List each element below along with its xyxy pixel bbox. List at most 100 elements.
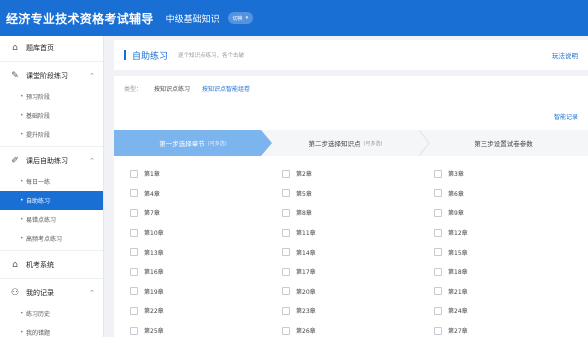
- chapter-row: 第4章 第5章 第6章: [130, 184, 586, 204]
- chapter-option[interactable]: 第22章: [130, 306, 282, 315]
- sidebar-item-wrong-answers[interactable]: • 我的错题: [0, 323, 103, 337]
- chapter-option[interactable]: 第9章: [434, 208, 586, 217]
- chapter-checkbox[interactable]: [282, 208, 290, 217]
- chapter-option[interactable]: 第2章: [282, 169, 434, 178]
- sidebar-group-self-practice[interactable]: ✐ 课后自助练习 ⌃: [0, 149, 103, 172]
- step-2[interactable]: 第二步选择知识点 (可多选): [264, 130, 427, 156]
- chapter-checkbox[interactable]: [130, 228, 138, 237]
- home-icon: ⌂: [12, 42, 18, 53]
- type-option-knowledge[interactable]: 按知识点练习: [154, 84, 190, 93]
- chapter-option[interactable]: 第8章: [282, 208, 434, 217]
- user-icon: ⚇: [10, 287, 20, 298]
- type-option-smart-paper[interactable]: 按知识点智能组卷: [202, 84, 250, 93]
- chapter-checkbox[interactable]: [434, 189, 442, 198]
- page-header: 自助练习 逐个知识点练习，各个击破 玩法说明: [114, 40, 588, 70]
- sidebar-item-label: 题库首页: [26, 43, 54, 52]
- chapter-label: 第18章: [448, 269, 468, 277]
- chapter-option[interactable]: 第3章: [434, 169, 586, 178]
- chapter-option[interactable]: 第16章: [130, 267, 282, 276]
- chapter-checkbox[interactable]: [130, 306, 138, 315]
- chapter-checkbox[interactable]: [282, 287, 290, 296]
- title-accent-bar: [124, 50, 126, 60]
- chapter-option[interactable]: 第13章: [130, 248, 282, 257]
- chapter-label: 第12章: [448, 230, 468, 238]
- help-link[interactable]: 玩法说明: [552, 50, 578, 60]
- chapter-option[interactable]: 第19章: [130, 287, 282, 296]
- chapter-label: 第27章: [448, 328, 468, 336]
- chapter-option[interactable]: 第21章: [434, 287, 586, 296]
- chapter-checkbox[interactable]: [434, 208, 442, 217]
- chapter-checkbox[interactable]: [434, 326, 442, 335]
- sidebar-item-preview[interactable]: • 预习阶段: [0, 87, 103, 106]
- chapter-row: 第25章 第26章 第27章: [130, 321, 586, 337]
- chapter-option[interactable]: 第12章: [434, 228, 586, 237]
- chapter-checkbox[interactable]: [130, 267, 138, 276]
- chapter-row: 第13章 第14章 第15章: [130, 242, 586, 262]
- step-1[interactable]: 第一步选择章节 (可多选): [114, 130, 272, 156]
- chapter-checkbox[interactable]: [282, 267, 290, 276]
- history-link[interactable]: 智能记录: [554, 112, 578, 121]
- chapter-option[interactable]: 第11章: [282, 228, 434, 237]
- chapter-checkbox[interactable]: [282, 189, 290, 198]
- chapter-option[interactable]: 第23章: [282, 306, 434, 315]
- chapter-checkbox[interactable]: [130, 169, 138, 178]
- sidebar-item-label: 我的错题: [26, 330, 51, 337]
- chapter-checkbox[interactable]: [130, 208, 138, 217]
- chapter-checkbox[interactable]: [282, 248, 290, 257]
- step-3[interactable]: 第三步设置试卷参数: [419, 130, 588, 156]
- sidebar-item-basic[interactable]: • 基础阶段: [0, 106, 103, 125]
- divider: [0, 250, 103, 251]
- chapter-checkbox[interactable]: [282, 169, 290, 178]
- chapter-option[interactable]: 第4章: [130, 189, 282, 198]
- chapter-checkbox[interactable]: [434, 306, 442, 315]
- sidebar-item-label: 基础阶段: [26, 113, 51, 120]
- chapter-option[interactable]: 第24章: [434, 306, 586, 315]
- chapter-checkbox[interactable]: [282, 306, 290, 315]
- step-hint: (可多选): [207, 140, 227, 147]
- chapter-option[interactable]: 第7章: [130, 208, 282, 217]
- sidebar-item-self-practice[interactable]: • 自助练习: [0, 191, 103, 210]
- chapter-checkbox[interactable]: [434, 287, 442, 296]
- chapter-label: 第10章: [144, 230, 164, 238]
- chapter-checkbox[interactable]: [130, 287, 138, 296]
- chapter-checkbox[interactable]: [434, 169, 442, 178]
- sidebar-item-label: 提升阶段: [26, 132, 51, 139]
- sidebar-item-home[interactable]: ⌂ 题库首页: [0, 36, 103, 59]
- chapter-row: 第10章 第11章 第12章: [130, 223, 586, 243]
- sidebar-item-history[interactable]: • 练习历史: [0, 304, 103, 323]
- chapter-checkbox[interactable]: [130, 326, 138, 335]
- chapter-label: 第4章: [144, 190, 160, 198]
- sidebar-group-records[interactable]: ⚇ 我的记录 ⌃: [0, 281, 103, 304]
- chapter-checkbox[interactable]: [130, 248, 138, 257]
- sidebar-item-daily[interactable]: • 每日一练: [0, 172, 103, 191]
- chapter-option[interactable]: 第5章: [282, 189, 434, 198]
- chapter-checkbox[interactable]: [282, 228, 290, 237]
- chapter-option[interactable]: 第10章: [130, 228, 282, 237]
- chapter-option[interactable]: 第6章: [434, 189, 586, 198]
- chapter-row: 第7章 第8章 第9章: [130, 203, 586, 223]
- chapter-option[interactable]: 第27章: [434, 326, 586, 335]
- sidebar-item-error-prone[interactable]: • 易错点练习: [0, 210, 103, 229]
- sidebar-item-high-freq[interactable]: • 高频考点练习: [0, 229, 103, 248]
- step-label: 第二步选择知识点: [308, 140, 361, 148]
- chapter-checkbox[interactable]: [434, 267, 442, 276]
- chapter-option[interactable]: 第17章: [282, 267, 434, 276]
- chevron-down-icon: ▾: [245, 15, 249, 21]
- chapter-option[interactable]: 第25章: [130, 326, 282, 335]
- sidebar-item-label: 课后自助练习: [26, 156, 68, 165]
- sidebar-item-exam-system[interactable]: ⌂ 机考系统: [0, 253, 103, 276]
- chapter-option[interactable]: 第20章: [282, 287, 434, 296]
- chapter-option[interactable]: 第18章: [434, 267, 586, 276]
- switch-subject-button[interactable]: 切换 ▾: [227, 12, 254, 24]
- chapter-checkbox[interactable]: [434, 228, 442, 237]
- chapter-checkbox[interactable]: [130, 189, 138, 198]
- sidebar-item-advance[interactable]: • 提升阶段: [0, 125, 103, 144]
- chapter-option[interactable]: 第14章: [282, 248, 434, 257]
- chapter-checkbox[interactable]: [282, 326, 290, 335]
- sidebar-group-classroom[interactable]: ✎ 课堂阶段练习 ⌃: [0, 64, 103, 87]
- chapter-checkbox[interactable]: [434, 248, 442, 257]
- chapter-option[interactable]: 第1章: [130, 169, 282, 178]
- chapter-option[interactable]: 第26章: [282, 326, 434, 335]
- chapter-option[interactable]: 第15章: [434, 248, 586, 257]
- chapter-row: 第16章 第17章 第18章: [130, 262, 586, 282]
